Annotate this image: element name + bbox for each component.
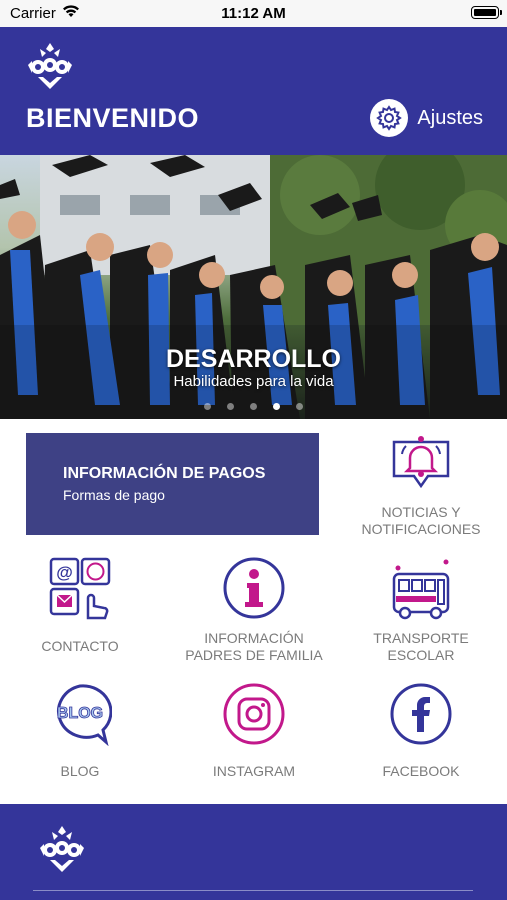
parents-info-tile[interactable]: INFORMACIÓN PADRES DE FAMILIA	[174, 556, 334, 666]
gear-icon	[376, 105, 403, 131]
settings-label: Ajustes	[417, 106, 483, 129]
parents-label-line-2: PADRES DE FAMILIA	[185, 647, 323, 663]
facebook-icon	[390, 683, 452, 745]
bell-icon	[392, 436, 450, 489]
hero-carousel[interactable]: DESARROLLO Habilidades para la vida	[0, 155, 507, 419]
contact-icon: @	[49, 557, 111, 620]
transport-label-line-1: TRANSPORTE	[373, 630, 469, 646]
carousel-subtitle: Habilidades para la vida	[173, 373, 334, 390]
transport-label-line-2: ESCOLAR	[387, 647, 455, 663]
instagram-label: INSTAGRAM	[212, 763, 296, 779]
payments-title: INFORMACIÓN DE PAGOS	[63, 465, 266, 482]
blog-bubble-icon: BLOG	[56, 684, 112, 746]
instagram-icon	[223, 683, 285, 745]
carousel-dot[interactable]	[250, 403, 257, 410]
carousel-dot[interactable]	[273, 403, 280, 410]
school-logo-icon	[28, 43, 72, 89]
svg-text:@: @	[56, 563, 73, 582]
footer	[0, 804, 507, 900]
payments-subtitle: Formas de pago	[63, 487, 165, 503]
facebook-label: FACEBOOK	[382, 763, 460, 779]
carousel-dot[interactable]	[296, 403, 303, 410]
contact-tile[interactable]: @ CONTACTO	[0, 556, 160, 656]
app-header: BIENVENIDO Ajustes	[0, 27, 507, 155]
carousel-page-indicator[interactable]	[0, 397, 507, 415]
facebook-tile[interactable]: FACEBOOK	[341, 682, 501, 782]
parents-label-line-1: INFORMACIÓN	[204, 630, 304, 646]
welcome-title: BIENVENIDO	[26, 103, 200, 133]
carousel-dot[interactable]	[204, 403, 211, 410]
battery-icon	[471, 6, 502, 19]
news-label-line-1: NOTICIAS Y	[381, 504, 461, 520]
payments-info-button[interactable]: INFORMACIÓN DE PAGOS Formas de pago	[26, 433, 319, 535]
bus-icon	[392, 559, 450, 620]
blog-icon-text: BLOG	[57, 705, 103, 722]
contact-label: CONTACTO	[41, 638, 119, 654]
clock: 11:12 AM	[221, 5, 286, 22]
footer-logo-icon	[40, 826, 84, 872]
info-icon	[223, 557, 285, 619]
news-label-line-2: NOTIFICACIONES	[361, 521, 481, 537]
carousel-dot[interactable]	[227, 403, 234, 410]
blog-label: BLOG	[60, 763, 100, 779]
settings-button[interactable]: Ajustes	[370, 99, 483, 137]
footer-divider	[33, 890, 473, 891]
settings-icon-circle	[370, 99, 409, 137]
status-bar: Carrier 11:12 AM	[0, 0, 507, 27]
school-transport-tile[interactable]: TRANSPORTE ESCOLAR	[341, 556, 501, 666]
blog-tile[interactable]: BLOG BLOG	[0, 682, 160, 782]
news-notifications-tile[interactable]: NOTICIAS Y NOTIFICACIONES	[341, 430, 501, 540]
carousel-title: DESARROLLO	[166, 345, 341, 373]
instagram-tile[interactable]: INSTAGRAM	[174, 682, 334, 782]
